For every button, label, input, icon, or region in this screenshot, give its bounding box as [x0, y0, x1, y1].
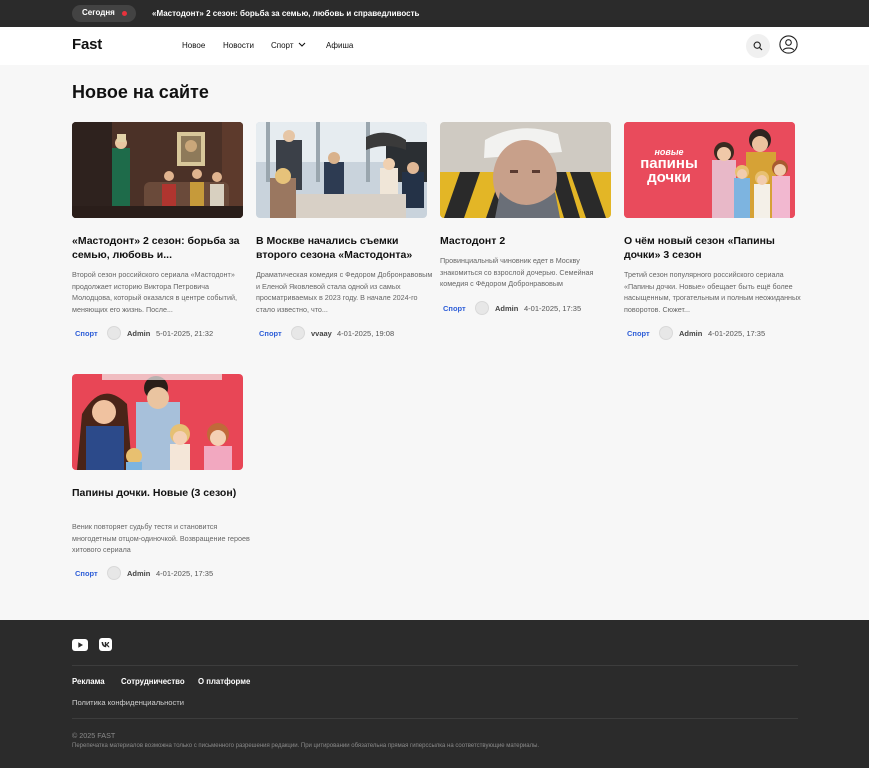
- youtube-icon: [72, 639, 88, 651]
- top-ticker-bar: Сегодня «Мастодонт» 2 сезон: борьба за с…: [0, 0, 869, 27]
- nav-item-label: Афиша: [326, 41, 354, 50]
- author-avatar-icon: [291, 326, 305, 340]
- show-logo-line: дочки: [647, 168, 691, 186]
- privacy-policy-link[interactable]: Политика конфиденциальности: [72, 698, 184, 707]
- nav-item-sport[interactable]: Спорт: [271, 41, 306, 50]
- category-tag[interactable]: Спорт: [75, 569, 98, 578]
- nav-item-afisha[interactable]: Афиша: [326, 41, 353, 50]
- today-label: Сегодня: [82, 8, 115, 17]
- article-date: 4-01-2025, 17:35: [524, 304, 582, 313]
- author-avatar-icon: [475, 301, 489, 315]
- article-thumbnail[interactable]: [72, 374, 243, 470]
- copyright-text: © 2025 FAST: [72, 731, 116, 740]
- article-thumbnail[interactable]: [72, 122, 243, 218]
- category-tag[interactable]: Спорт: [627, 329, 650, 338]
- article-thumbnail[interactable]: [256, 122, 427, 218]
- footer-link-cooperation[interactable]: Сотрудничество: [121, 677, 185, 686]
- show-logo-text: новые папины дочки: [634, 148, 704, 185]
- author-avatar-icon: [107, 326, 121, 340]
- article-meta: Спорт Admin 4-01-2025, 17:35: [624, 326, 802, 340]
- site-logo[interactable]: Fast: [72, 36, 102, 53]
- category-tag[interactable]: Спорт: [443, 304, 466, 313]
- article-thumbnail[interactable]: новые папины дочки: [624, 122, 795, 218]
- article-meta: Спорт Admin 4-01-2025, 17:35: [72, 566, 250, 580]
- author-name: Admin: [127, 329, 151, 338]
- footer-link-advertising[interactable]: Реклама: [72, 677, 105, 686]
- category-tag[interactable]: Спорт: [259, 329, 282, 338]
- article-meta: Спорт vvaay 4-01-2025, 19:08: [256, 326, 434, 340]
- article-title[interactable]: Папины дочки. Новые (3 сезон): [72, 486, 243, 500]
- site-header: Fast Новое Новости Спорт Афиша: [0, 27, 869, 65]
- disclaimer-text: Перепечатка материалов возможна только с…: [72, 743, 540, 749]
- nav-item-label: Спорт: [271, 41, 294, 50]
- nav-item-label: Новое: [182, 41, 206, 50]
- search-icon: [753, 41, 763, 51]
- footer-divider: [72, 665, 798, 666]
- author-name: Admin: [679, 329, 703, 338]
- live-indicator-dot: [122, 11, 127, 16]
- author-avatar-icon: [659, 326, 673, 340]
- article-title[interactable]: В Москве начались съемки второго сезона …: [256, 234, 427, 262]
- article-description: Второй сезон российского сериала «Мастод…: [72, 270, 237, 314]
- footer-divider: [72, 718, 798, 719]
- author-name: Admin: [495, 304, 519, 313]
- site-footer: Реклама Сотрудничество О платформе Полит…: [0, 620, 869, 768]
- article-title[interactable]: О чём новый сезон «Папины дочки» 3 сезон: [624, 234, 795, 262]
- user-profile-icon[interactable]: [779, 35, 798, 54]
- vk-link[interactable]: [99, 638, 112, 651]
- today-pill[interactable]: Сегодня: [72, 5, 136, 22]
- article-description: Веник повторяет судьбу тестя и становитс…: [72, 522, 250, 555]
- author-avatar-icon: [107, 566, 121, 580]
- article-meta: Спорт Admin 4-01-2025, 17:35: [440, 301, 618, 315]
- footer-link-about[interactable]: О платформе: [198, 677, 250, 686]
- article-description: Третий сезон популярного российского сер…: [624, 270, 801, 314]
- ticker-headline-link[interactable]: «Мастодонт» 2 сезон: борьба за семью, лю…: [152, 9, 419, 18]
- search-button[interactable]: [746, 34, 770, 58]
- section-title: Новое на сайте: [72, 82, 209, 102]
- article-thumbnail[interactable]: [440, 122, 611, 218]
- nav-item-news[interactable]: Новости: [223, 41, 254, 50]
- youtube-link[interactable]: [72, 638, 88, 651]
- article-description: Провинциальный чиновник едет в Москву зн…: [440, 256, 594, 289]
- article-date: 4-01-2025, 17:35: [708, 329, 766, 338]
- article-date: 4-01-2025, 17:35: [156, 569, 214, 578]
- author-name: vvaay: [311, 329, 332, 338]
- article-title[interactable]: «Мастодонт» 2 сезон: борьба за семью, лю…: [72, 234, 243, 262]
- article-title[interactable]: Мастодонт 2: [440, 234, 611, 248]
- author-name: Admin: [127, 569, 151, 578]
- article-date: 5-01-2025, 21:32: [156, 329, 214, 338]
- nav-item-label: Новости: [223, 41, 254, 50]
- nav-item-new[interactable]: Новое: [182, 41, 205, 50]
- chevron-down-icon: [298, 43, 305, 48]
- category-tag[interactable]: Спорт: [75, 329, 98, 338]
- article-date: 4-01-2025, 19:08: [337, 329, 395, 338]
- article-description: Драматическая комедия с Федором Добронра…: [256, 270, 433, 314]
- article-meta: Спорт Admin 5-01-2025, 21:32: [72, 326, 250, 340]
- vk-icon: [99, 638, 112, 651]
